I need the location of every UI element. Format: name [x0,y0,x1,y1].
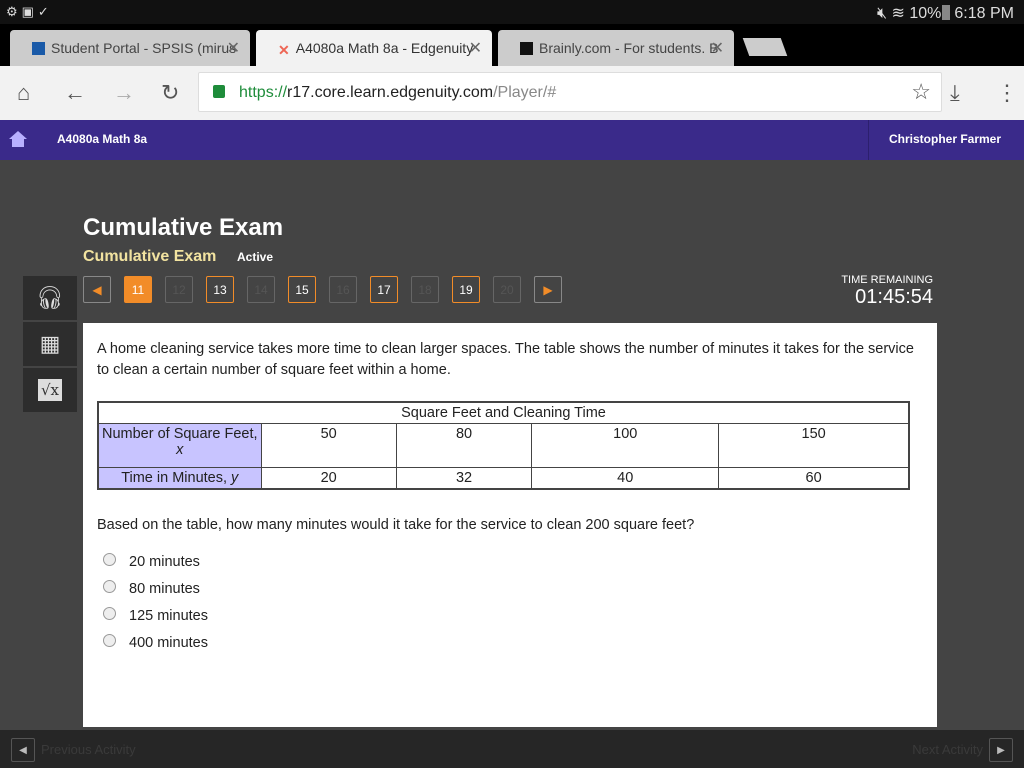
activity-title: Cumulative Exam [83,248,217,265]
option-label: 20 minutes [129,554,200,570]
download-icon[interactable]: ⤓ [950,80,960,106]
home-icon[interactable] [8,130,28,148]
tab-label: A4080a Math 8a - Edgenuity [295,40,474,56]
tool-sidebar: 🎧︎ ▦ √x [23,276,77,414]
favicon-icon: ✕ [278,42,290,58]
favicon-icon [520,42,533,55]
question-19[interactable]: 19 [452,276,480,303]
status-badge: Active [237,250,274,264]
question-11[interactable]: 11 [124,276,152,303]
question-15[interactable]: 15 [288,276,316,303]
next-activity-button[interactable]: ▶ [989,738,1013,762]
question-14[interactable]: 14 [247,276,275,303]
table-cell: 50 [260,423,397,468]
question-13[interactable]: 13 [206,276,234,303]
notification-icons: ⚙▣✓ [6,4,53,19]
home-icon[interactable]: ⌂ [17,80,30,106]
radio-button[interactable] [103,552,116,566]
course-title[interactable]: A4080a Math 8a [57,132,147,146]
question-20[interactable]: 20 [493,276,521,303]
question-pager: ◀ 11 12 13 14 15 16 17 18 19 20 ▶ [83,276,575,303]
tab-brainly[interactable]: Brainly.com - For students. B ✕ [498,30,734,66]
variable: y [231,470,239,486]
question-16[interactable]: 16 [329,276,357,303]
menu-icon[interactable]: ⋮ [996,80,1018,106]
address-bar[interactable]: https://r17.core.learn.edgenuity.com/Pla… [198,72,942,112]
table-cell: 100 [531,423,720,468]
timer: TIME REMAINING 01:45:54 [841,274,933,309]
tab-label: Student Portal - SPSIS (mirus [51,40,237,56]
table-cell: 60 [718,467,910,490]
close-icon[interactable]: ✕ [227,38,240,58]
close-icon[interactable]: ✕ [469,38,482,58]
table-cell: 20 [260,467,397,490]
option-label: 125 minutes [129,608,208,624]
option-label: 80 minutes [129,581,200,597]
calculator-icon[interactable]: ▦ [23,322,77,366]
status-bar: ⚙▣✓ 🔇︎ ≋ 10% 6:18 PM [0,0,1024,24]
answer-option[interactable]: 80 minutes [103,579,200,597]
tab-label: Brainly.com - For students. B [539,40,719,56]
mute-icon: 🔇︎ [876,5,888,22]
next-question-button[interactable]: ▶ [534,276,562,303]
timer-label: TIME REMAINING [841,274,933,286]
timer-value: 01:45:54 [855,286,933,308]
row-header-x: Number of Square Feet, x [97,423,262,468]
activity-footer: ◀ Previous Activity Next Activity ▶ [0,730,1024,768]
radio-button[interactable] [103,633,116,647]
star-icon[interactable]: ☆ [911,79,931,105]
table-cell: 40 [531,467,720,490]
formula-icon[interactable]: √x [23,368,77,412]
table-cell: 32 [395,467,533,490]
option-label: 400 minutes [129,635,208,651]
favicon-icon [32,42,45,55]
url-host: r17.core.learn.edgenuity.com [287,84,494,101]
previous-activity-label[interactable]: Previous Activity [41,742,136,757]
tab-student-portal[interactable]: Student Portal - SPSIS (mirus ✕ [10,30,250,66]
question-12[interactable]: 12 [165,276,193,303]
radio-button[interactable] [103,579,116,593]
next-activity-label[interactable]: Next Activity [912,742,983,757]
new-tab-button[interactable] [742,38,788,56]
clock: 6:18 PM [954,5,1014,22]
question-18[interactable]: 18 [411,276,439,303]
answer-option[interactable]: 20 minutes [103,552,200,570]
wifi-icon: ≋ [891,5,905,22]
question-panel: A home cleaning service takes more time … [83,323,937,727]
answer-option[interactable]: 400 minutes [103,633,208,651]
user-name[interactable]: Christopher Farmer [868,120,1024,160]
question-17[interactable]: 17 [370,276,398,303]
row-header-y: Time in Minutes, y [97,467,262,490]
reload-icon[interactable]: ↻ [161,80,179,106]
headphones-icon[interactable]: 🎧︎ [23,276,77,320]
table-caption: Square Feet and Cleaning Time [97,401,910,424]
data-table: Square Feet and Cleaning Time Number of … [97,401,910,490]
app-header: A4080a Math 8a Christopher Farmer [0,120,1024,160]
page-title: Cumulative Exam [83,214,284,241]
question-prompt: A home cleaning service takes more time … [97,341,914,378]
row-label: Number of Square Feet, [101,426,258,442]
previous-activity-button[interactable]: ◀ [11,738,35,762]
tab-edgenuity[interactable]: ✕ A4080a Math 8a - Edgenuity ✕ [256,30,492,66]
forward-icon[interactable]: → [113,80,135,106]
table-cell: 80 [395,423,533,468]
variable: x [176,442,184,458]
back-icon[interactable]: ← [64,80,86,106]
tab-strip: Student Portal - SPSIS (mirus ✕ ✕ A4080a M… [0,24,1024,66]
battery-level: 10% [909,5,942,22]
table-cell: 150 [718,423,910,468]
url-scheme: https:// [239,84,288,101]
question-text: Based on the table, how many minutes wou… [97,517,695,533]
answer-option[interactable]: 125 minutes [103,606,208,624]
radio-button[interactable] [103,606,116,620]
url-path: /Player/# [493,84,557,101]
previous-question-button[interactable]: ◀ [83,276,111,303]
close-icon[interactable]: ✕ [711,38,724,58]
battery-icon [942,5,951,20]
row-label: Time in Minutes, [121,470,228,486]
lock-icon [213,85,225,98]
browser-toolbar: ⌂ ← → ↻ https://r17.core.learn.edgenuity… [0,66,1024,120]
